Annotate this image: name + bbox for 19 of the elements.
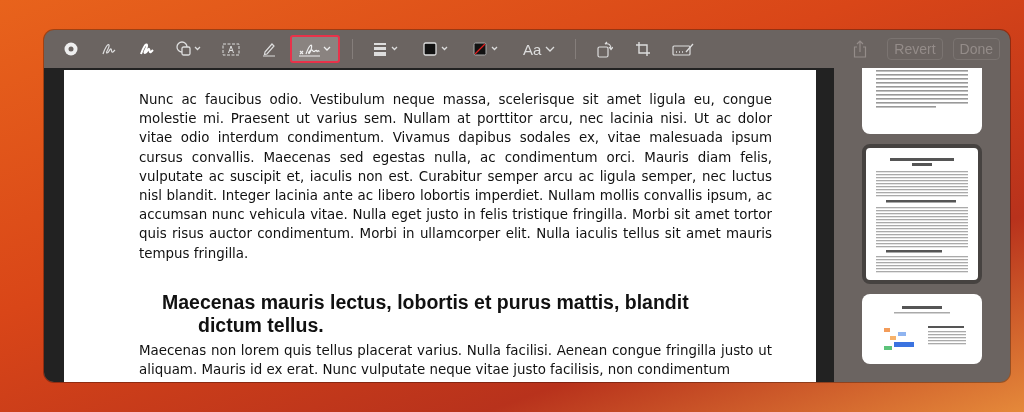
- page-thumbnail[interactable]: [862, 294, 982, 364]
- pen-icon: [261, 41, 277, 57]
- scribble-icon: [139, 42, 155, 56]
- share-icon: [853, 40, 868, 58]
- form-field-icon: [672, 42, 695, 56]
- body-paragraph: Nunc ac faucibus odio. Vestibulum neque massa, scelerisque sit amet ligula eu, congue molestie mi. Praesent ut varius sem. Nullam at porttitor arcu, nec lacinia nisi. Ut ac dolor vitae odio interdum condimentum. Vivamus dapibus sodales ex, vitae malesuada ipsum cursus convallis. Maecenas sed egestas nulla, ac condimentum orci. Mauris diam felis, vulputate ac suscipit et, iaculis non est. Curabitur semper arcu ac ligula semper, nec luctus nisl blandit. Integer lacinia ante ac libero lobortis imperdiet. Nullam mollis convallis ipsum, ac accumsan nunc vehicula vitae. Nulla eget justo in felis tristique fringilla. Morbi sit amet tortor quis risus auctor condimentum. Morbi in ullamcorper elit. Nulla iaculis tellus sit amet mauris tempus fringilla.: [139, 91, 772, 263]
- scribble-icon: [101, 42, 117, 56]
- rotate-icon: [597, 40, 614, 58]
- section-heading: Maecenas mauris lectus, lobortis et purus mattis, blandit dictum tellus.: [162, 290, 690, 337]
- page-thumbnail[interactable]: [862, 144, 982, 284]
- text-style-tool-button[interactable]: Aa: [515, 35, 564, 63]
- crop-icon: [635, 41, 652, 57]
- body-paragraph: Maecenas non lorem quis tellus placerat varius. Nulla facilisi. Aenean congue fringilla justo ut aliquam. Mauris id ex erat. Nunc vulputate neque vitae justo facilisis, non condimentum: [139, 341, 772, 380]
- caret-icon: [545, 46, 556, 52]
- text-box-icon: [222, 42, 240, 56]
- signature-tool-button[interactable]: [290, 35, 340, 63]
- record-icon: [64, 42, 78, 56]
- page-thumbnail[interactable]: [862, 68, 982, 134]
- shapes-icon: [176, 41, 202, 57]
